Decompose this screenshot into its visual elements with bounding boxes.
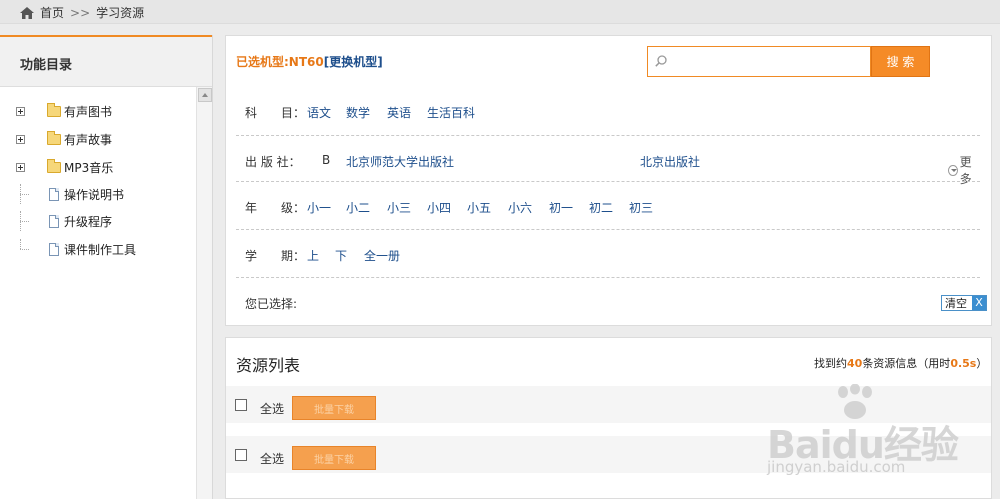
publisher-label: 出 版 社：	[245, 155, 301, 169]
sidebar-item-manual[interactable]: 操作说明书	[16, 184, 124, 204]
result-stats: 找到约40条资源信息（用时0.5s）	[814, 355, 987, 371]
folder-icon	[47, 158, 61, 173]
sidebar-item-label: MP3音乐	[64, 160, 114, 175]
search-icon	[655, 55, 667, 67]
tree-connector	[16, 184, 29, 204]
batch-download-button[interactable]: 批量下载	[292, 396, 376, 420]
home-icon[interactable]	[20, 6, 34, 19]
grade-option[interactable]: 小三	[387, 199, 411, 216]
grade-option[interactable]: 初三	[629, 199, 653, 216]
document-icon	[49, 187, 59, 201]
result-time: 0.5s	[950, 357, 977, 370]
grade-option[interactable]: 小一	[307, 199, 331, 216]
sidebar-scrollbar[interactable]	[196, 87, 212, 499]
search-box[interactable]	[647, 46, 871, 77]
resource-list-title: 资源列表	[236, 356, 301, 375]
sidebar-title: 功能目录	[20, 58, 73, 73]
term-option[interactable]: 上	[307, 247, 319, 264]
select-all-label: 全选	[260, 452, 285, 466]
sidebar-item-label: 升级程序	[64, 214, 113, 229]
grade-option[interactable]: 小六	[508, 199, 532, 216]
sidebar-item-label: 操作说明书	[64, 187, 125, 202]
watermark-url: jingyan.baidu.com	[767, 458, 906, 476]
term-label: 学 期：	[245, 249, 306, 263]
document-icon	[49, 242, 59, 256]
divider	[236, 277, 980, 278]
sidebar-item-courseware-tool[interactable]: 课件制作工具	[16, 239, 136, 259]
sidebar-item-audio-stories[interactable]: 有声故事	[16, 129, 112, 149]
document-icon	[49, 214, 59, 228]
tree-connector	[16, 211, 29, 231]
sidebar-item-label: 课件制作工具	[64, 242, 137, 257]
search-input[interactable]	[676, 51, 866, 73]
publisher-option[interactable]: 北京出版社	[640, 153, 700, 170]
top-bar: 首页 >> 学习资源	[0, 0, 1000, 24]
select-all-checkbox[interactable]	[235, 449, 247, 461]
tree-connector	[16, 239, 29, 259]
stat-prefix: 找到约	[814, 357, 847, 370]
divider	[236, 229, 980, 230]
subject-label: 科 目：	[245, 106, 306, 120]
baidu-watermark: Baidu经验 jingyan.baidu.com	[755, 384, 965, 479]
grade-option[interactable]: 初二	[589, 199, 613, 216]
filter-panel: 已选机型:NT60[更换机型] 搜 索 科 目： 语文 数学 英语 生活百科 出…	[225, 35, 992, 326]
term-option[interactable]: 全一册	[364, 247, 400, 264]
change-model-link[interactable]: [更换机型]	[324, 55, 383, 69]
sidebar-item-label: 有声图书	[64, 104, 113, 119]
expand-icon[interactable]	[16, 106, 25, 116]
breadcrumb-separator: >>	[70, 5, 91, 20]
grade-label: 年 级：	[245, 201, 306, 215]
model-text: 已选机型:NT60	[236, 55, 324, 69]
batch-download-button[interactable]: 批量下载	[292, 446, 376, 470]
sidebar-item-mp3-music[interactable]: MP3音乐	[16, 157, 113, 177]
subject-option[interactable]: 英语	[387, 104, 411, 121]
grade-option[interactable]: 初一	[549, 199, 573, 216]
close-icon[interactable]: X	[972, 296, 986, 310]
sidebar-header: 功能目录	[0, 35, 212, 87]
selected-label: 您已选择:	[245, 297, 298, 311]
subject-option[interactable]: 生活百科	[427, 104, 475, 121]
grade-option[interactable]: 小五	[467, 199, 491, 216]
breadcrumb-home[interactable]: 首页	[40, 4, 64, 21]
subject-option[interactable]: 语文	[307, 104, 331, 121]
publisher-option[interactable]: 北京师范大学出版社	[346, 153, 454, 170]
clear-label: 清空	[945, 297, 967, 310]
term-option[interactable]: 下	[335, 247, 347, 264]
sidebar-item-audiobooks[interactable]: 有声图书	[16, 101, 112, 121]
sidebar-item-label: 有声故事	[64, 132, 113, 147]
chevron-down-icon	[948, 164, 958, 176]
scroll-up-icon[interactable]	[198, 88, 212, 102]
grade-option[interactable]: 小四	[427, 199, 451, 216]
select-all-checkbox[interactable]	[235, 399, 247, 411]
clear-button[interactable]: 清空 X	[941, 295, 987, 311]
divider	[236, 135, 980, 136]
expand-icon[interactable]	[16, 134, 25, 144]
breadcrumb-current: 学习资源	[96, 6, 145, 20]
stat-mid: 条资源信息（用时	[862, 357, 951, 370]
divider	[236, 181, 980, 182]
stat-suffix: ）	[976, 357, 988, 370]
folder-icon	[47, 102, 61, 117]
search-button[interactable]: 搜 索	[871, 46, 930, 77]
subject-option[interactable]: 数学	[346, 104, 370, 121]
expand-icon[interactable]	[16, 162, 25, 172]
result-count: 40	[847, 357, 863, 370]
select-all-label: 全选	[260, 402, 285, 416]
publisher-letter: B	[322, 153, 331, 167]
folder-icon	[47, 130, 61, 145]
sidebar: 功能目录 有声图书 有声故事 MP3音乐 操作说明书 升级程序 课件制作工具	[0, 35, 213, 499]
sidebar-item-upgrade[interactable]: 升级程序	[16, 211, 112, 231]
selected-model: 已选机型:NT60[更换机型]	[236, 53, 383, 70]
breadcrumb: 首页 >> 学习资源	[20, 4, 144, 21]
grade-option[interactable]: 小二	[346, 199, 370, 216]
